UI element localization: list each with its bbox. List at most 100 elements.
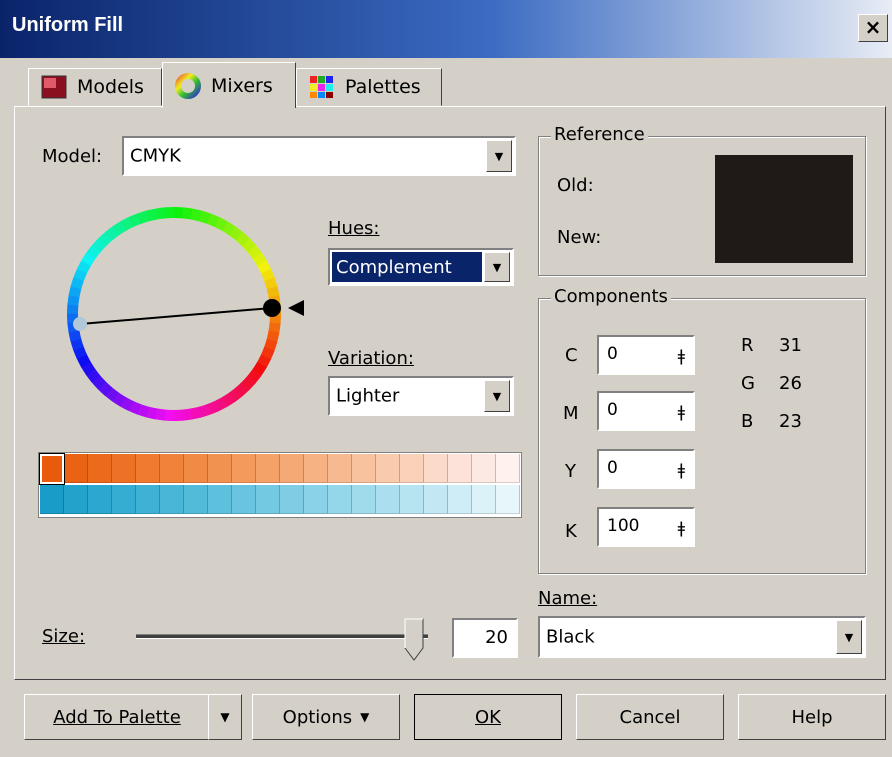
color-swatch[interactable]: [328, 454, 352, 483]
color-swatch[interactable]: [328, 485, 352, 514]
tab-models[interactable]: Models: [28, 68, 162, 106]
color-swatch[interactable]: [136, 485, 160, 514]
m-label: M: [563, 403, 579, 424]
k-spinner[interactable]: 100 ǂ: [597, 507, 695, 547]
color-swatch[interactable]: [424, 485, 448, 514]
color-swatch[interactable]: [112, 454, 136, 483]
tab-mixers[interactable]: Mixers: [162, 62, 296, 108]
model-dropdown[interactable]: CMYK ▼: [122, 136, 516, 176]
color-swatch[interactable]: [232, 454, 256, 483]
add-to-palette-button[interactable]: Add To Palette: [24, 694, 210, 740]
close-button[interactable]: ×: [858, 14, 888, 42]
color-swatch[interactable]: [496, 454, 520, 483]
color-swatch[interactable]: [448, 454, 472, 483]
color-swatch[interactable]: [352, 454, 376, 483]
spinner-arrows-icon[interactable]: ǂ: [678, 346, 685, 365]
color-swatch[interactable]: [88, 485, 112, 514]
tab-palettes[interactable]: Palettes: [296, 68, 442, 106]
color-swatch[interactable]: [256, 454, 280, 483]
color-swatch[interactable]: [376, 485, 400, 514]
color-swatch[interactable]: [400, 485, 424, 514]
color-swatch[interactable]: [280, 454, 304, 483]
title-bar: Uniform Fill: [0, 0, 892, 58]
new-label: New:: [557, 227, 602, 248]
variation-label: Variation:: [328, 348, 414, 369]
swatch-grid[interactable]: [38, 452, 522, 518]
models-icon: [41, 75, 67, 99]
name-value: Black: [546, 626, 595, 648]
c-spinner[interactable]: 0 ǂ: [597, 335, 695, 375]
tab-palettes-label: Palettes: [345, 76, 421, 98]
m-spinner[interactable]: 0 ǂ: [597, 391, 695, 431]
color-swatch[interactable]: [304, 454, 328, 483]
hue-pointer-icon[interactable]: [288, 300, 304, 316]
add-to-palette-dropdown[interactable]: ▼: [208, 694, 242, 740]
color-swatch[interactable]: [64, 485, 88, 514]
new-color-swatch: [715, 209, 853, 263]
color-swatch[interactable]: [256, 485, 280, 514]
color-swatch[interactable]: [496, 485, 520, 514]
color-swatch[interactable]: [40, 485, 64, 514]
color-swatch[interactable]: [208, 454, 232, 483]
color-swatch[interactable]: [376, 454, 400, 483]
r-value: 31: [779, 335, 802, 356]
selected-swatch: [39, 453, 65, 485]
chevron-down-icon: ▼: [220, 710, 230, 724]
options-button[interactable]: Options ▼: [252, 694, 400, 740]
palettes-icon: [310, 76, 333, 98]
color-swatch[interactable]: [112, 485, 136, 514]
variation-value: Lighter: [336, 385, 400, 407]
complement-marker[interactable]: [73, 317, 87, 331]
color-swatch[interactable]: [304, 485, 328, 514]
chevron-down-icon[interactable]: ▼: [486, 140, 512, 172]
color-swatch[interactable]: [184, 485, 208, 514]
ok-label: OK: [475, 706, 501, 728]
chevron-down-icon[interactable]: ▼: [836, 620, 862, 654]
color-swatch[interactable]: [232, 485, 256, 514]
color-swatch[interactable]: [136, 454, 160, 483]
color-wheel[interactable]: [56, 196, 316, 436]
wheel-center: [78, 218, 270, 410]
size-slider-thumb[interactable]: [404, 618, 424, 662]
color-swatch[interactable]: [352, 485, 376, 514]
size-input[interactable]: 20: [452, 618, 518, 658]
color-swatch[interactable]: [88, 454, 112, 483]
name-dropdown[interactable]: Black ▼: [538, 616, 866, 658]
color-swatch[interactable]: [472, 485, 496, 514]
size-label: Size:: [42, 626, 86, 647]
chevron-down-icon: ▼: [360, 710, 370, 724]
chevron-down-icon[interactable]: ▼: [484, 380, 510, 412]
old-label: Old:: [557, 175, 594, 196]
spinner-arrows-icon[interactable]: ǂ: [678, 402, 685, 421]
color-swatch[interactable]: [424, 454, 448, 483]
color-swatch[interactable]: [280, 485, 304, 514]
color-swatch[interactable]: [448, 485, 472, 514]
color-swatch[interactable]: [64, 454, 88, 483]
help-button[interactable]: Help: [738, 694, 886, 740]
c-value: 0: [607, 344, 618, 364]
color-swatch[interactable]: [400, 454, 424, 483]
model-label: Model:: [42, 146, 103, 167]
k-value: 100: [607, 516, 640, 536]
spinner-arrows-icon[interactable]: ǂ: [678, 518, 685, 537]
y-spinner[interactable]: 0 ǂ: [597, 449, 695, 489]
tab-mixers-label: Mixers: [211, 74, 273, 97]
name-label: Name:: [538, 588, 598, 609]
help-label: Help: [791, 706, 833, 728]
ok-button[interactable]: OK: [414, 694, 562, 740]
cancel-button[interactable]: Cancel: [576, 694, 724, 740]
options-label: Options: [282, 706, 353, 728]
size-slider-track[interactable]: [136, 634, 428, 639]
components-group: Components C 0 ǂ M 0 ǂ Y 0 ǂ K 100 ǂ R 3…: [538, 286, 866, 574]
color-swatch[interactable]: [472, 454, 496, 483]
hue-marker[interactable]: [263, 299, 281, 317]
color-swatch[interactable]: [184, 454, 208, 483]
color-swatch[interactable]: [160, 454, 184, 483]
color-swatch[interactable]: [160, 485, 184, 514]
variation-dropdown[interactable]: Lighter ▼: [328, 376, 514, 416]
size-value: 20: [485, 627, 508, 648]
hues-dropdown[interactable]: Complement ▼: [328, 248, 514, 286]
chevron-down-icon[interactable]: ▼: [484, 252, 510, 282]
color-swatch[interactable]: [208, 485, 232, 514]
spinner-arrows-icon[interactable]: ǂ: [678, 460, 685, 479]
